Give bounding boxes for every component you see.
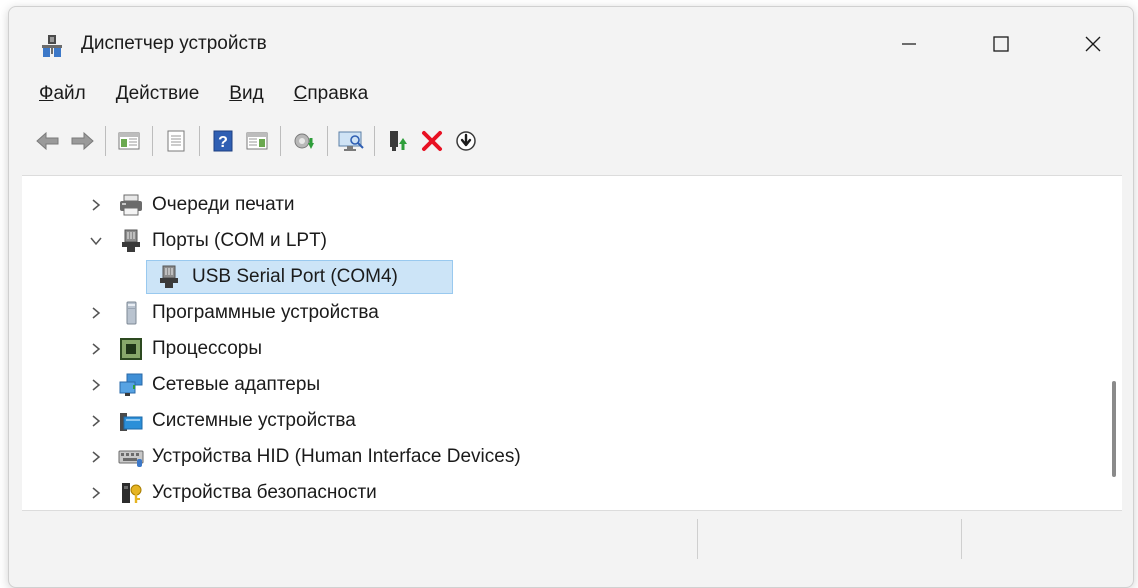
- properties-button[interactable]: [159, 124, 193, 158]
- tree-item-processors[interactable]: Процессоры: [22, 332, 1102, 366]
- menu-bar: Файл Действие Вид Справка: [37, 83, 396, 113]
- toolbar-separator: [374, 126, 375, 156]
- port-icon: [160, 265, 178, 288]
- toolbar-separator: [327, 126, 328, 156]
- console-tree-icon: [118, 132, 140, 150]
- properties-icon: [167, 130, 185, 152]
- chevron-right-icon[interactable]: [88, 449, 104, 465]
- processor-icon: [120, 338, 142, 360]
- toolbar-separator: [105, 126, 106, 156]
- chevron-right-icon[interactable]: [88, 341, 104, 357]
- tree-item-label: Процессоры: [152, 338, 263, 359]
- chevron-right-icon[interactable]: [88, 305, 104, 321]
- menu-help[interactable]: Справка: [292, 83, 371, 113]
- network-adapter-icon: [119, 373, 143, 396]
- scan-hardware-button[interactable]: [334, 124, 368, 158]
- system-devices-icon: [120, 413, 143, 431]
- disable-device-button[interactable]: [449, 124, 483, 158]
- chevron-right-icon[interactable]: [88, 485, 104, 501]
- menu-view[interactable]: Вид: [227, 83, 265, 113]
- back-button[interactable]: [31, 124, 65, 158]
- status-divider: [697, 519, 698, 559]
- scan-hardware-icon: [338, 131, 364, 151]
- toolbar: ?: [31, 123, 483, 159]
- tree-item-label: Порты (COM и LPT): [152, 230, 328, 251]
- window-title: Диспетчер устройств: [81, 33, 267, 54]
- minimize-button[interactable]: [883, 23, 935, 65]
- menu-file[interactable]: Файл: [37, 83, 88, 113]
- menu-action[interactable]: Действие: [114, 83, 202, 113]
- hid-icon: [118, 450, 144, 467]
- tree-item-label: Очереди печати: [152, 194, 295, 215]
- toolbar-separator: [280, 126, 281, 156]
- tree-item-label: Устройства безопасности: [152, 482, 377, 503]
- tree-item-ports[interactable]: Порты (COM и LPT): [22, 224, 1102, 258]
- close-icon: [1085, 36, 1101, 52]
- chevron-right-icon[interactable]: [88, 377, 104, 393]
- chevron-right-icon[interactable]: [88, 413, 104, 429]
- close-button[interactable]: [1067, 23, 1119, 65]
- port-icon: [122, 229, 140, 252]
- printer-icon: [120, 194, 142, 216]
- tree-item-print-queues[interactable]: Очереди печати: [22, 188, 1102, 222]
- tree-item-label: Сетевые адаптеры: [152, 374, 321, 395]
- enable-device-icon: [390, 131, 407, 151]
- tree-item-label: Программные устройства: [152, 302, 379, 323]
- help-icon: ?: [213, 130, 233, 152]
- console-tree-button[interactable]: [112, 124, 146, 158]
- forward-button[interactable]: [65, 124, 99, 158]
- uninstall-device-button[interactable]: [415, 124, 449, 158]
- status-bar: [9, 511, 1133, 571]
- update-driver-button[interactable]: [287, 124, 321, 158]
- title-bar[interactable]: Диспетчер устройств: [9, 7, 1133, 77]
- tree-item-hid-devices[interactable]: Устройства HID (Human Interface Devices): [22, 440, 1102, 474]
- software-device-icon: [126, 301, 137, 325]
- device-tree[interactable]: Очереди печати Порты (COM и LPT) USB Ser…: [22, 175, 1122, 511]
- update-driver-icon: [294, 133, 314, 149]
- tree-item-security-devices[interactable]: Устройства безопасности: [22, 476, 1102, 510]
- maximize-button[interactable]: [975, 23, 1027, 65]
- chevron-down-icon[interactable]: [88, 233, 104, 249]
- uninstall-device-icon: [422, 131, 442, 151]
- toolbar-separator: [199, 126, 200, 156]
- help-button[interactable]: ?: [206, 124, 240, 158]
- security-device-icon: [122, 483, 142, 503]
- action-pane-icon: [246, 132, 268, 150]
- status-divider: [961, 519, 962, 559]
- vertical-scrollbar-thumb[interactable]: [1112, 381, 1116, 477]
- device-manager-window: Диспетчер устройств Файл Действие Вид Сп…: [8, 6, 1134, 588]
- tree-item-usb-serial-port-com4[interactable]: USB Serial Port (COM4): [22, 260, 1102, 294]
- forward-icon: [71, 131, 94, 151]
- tree-item-system-devices[interactable]: Системные устройства: [22, 404, 1102, 438]
- action-pane-button[interactable]: [240, 124, 274, 158]
- svg-text:?: ?: [218, 134, 228, 151]
- tree-item-label: Устройства HID (Human Interface Devices): [152, 446, 521, 467]
- disable-device-icon: [456, 131, 476, 151]
- back-icon: [36, 131, 59, 151]
- tree-item-label: USB Serial Port (COM4): [192, 266, 398, 287]
- device-manager-icon: [42, 35, 62, 57]
- minimize-icon: [902, 43, 916, 45]
- chevron-right-icon[interactable]: [88, 197, 104, 213]
- enable-device-button[interactable]: [381, 124, 415, 158]
- tree-item-software-devices[interactable]: Программные устройства: [22, 296, 1102, 330]
- tree-item-network-adapters[interactable]: Сетевые адаптеры: [22, 368, 1102, 402]
- toolbar-separator: [152, 126, 153, 156]
- tree-item-label: Системные устройства: [152, 410, 356, 431]
- maximize-icon: [993, 36, 1009, 52]
